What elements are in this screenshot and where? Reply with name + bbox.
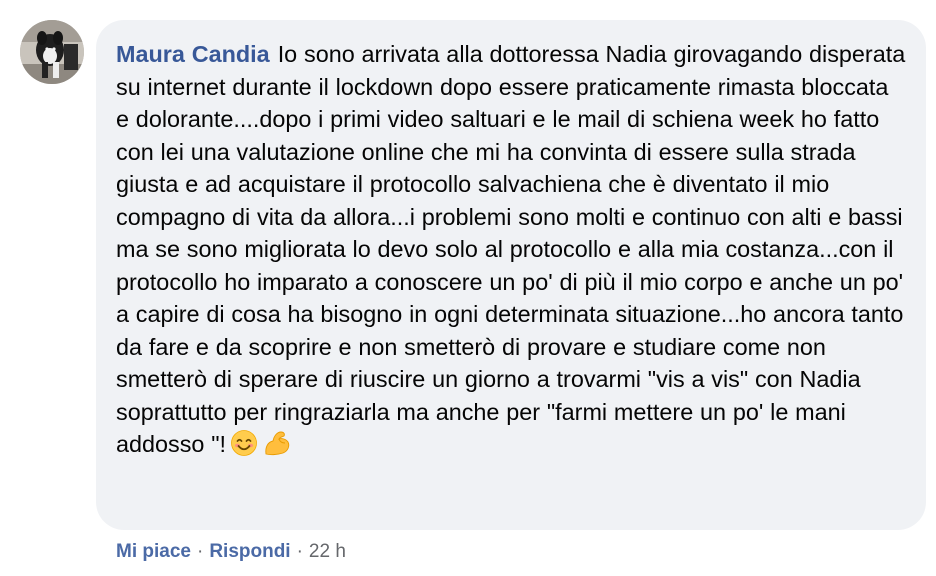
comment-body: Maura Candia Io sono arrivata alla dottor… bbox=[116, 38, 908, 466]
separator-dot: · bbox=[296, 541, 303, 562]
comment-text: Io sono arrivata alla dottoressa Nadia g… bbox=[116, 41, 906, 457]
reply-link[interactable]: Rispondi bbox=[209, 541, 290, 562]
flexed-biceps-emoji-icon bbox=[262, 429, 292, 466]
like-link[interactable]: Mi piace bbox=[116, 541, 191, 562]
comment-bubble: Maura Candia Io sono arrivata alla dottor… bbox=[96, 20, 926, 530]
comment-actions: Mi piace · Rispondi · 22 h bbox=[116, 538, 346, 566]
dog-photo-icon bbox=[20, 20, 84, 84]
comment-author-name[interactable]: Maura Candia bbox=[116, 41, 270, 67]
smiling-face-emoji-icon bbox=[230, 429, 258, 466]
separator-dot: · bbox=[196, 541, 204, 562]
comment-timestamp[interactable]: 22 h bbox=[309, 541, 346, 562]
author-avatar[interactable] bbox=[20, 20, 84, 84]
